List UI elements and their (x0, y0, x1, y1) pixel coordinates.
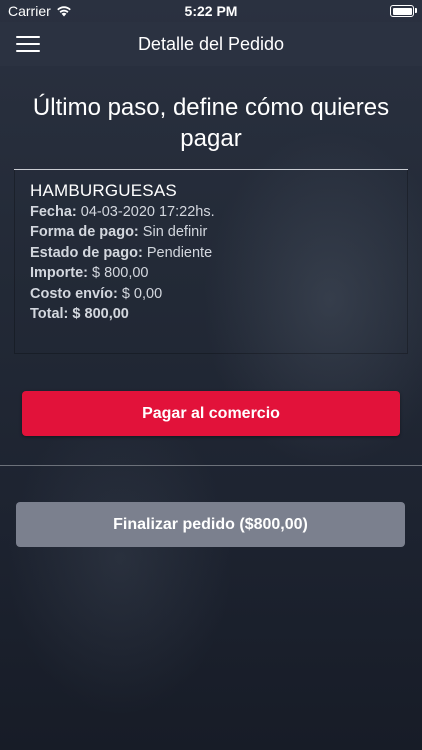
order-row-shipping: Costo envío: $ 0,00 (30, 284, 215, 304)
row-value: $ 800,00 (92, 265, 149, 282)
pay-at-merchant-button[interactable]: Pagar al comercio (22, 391, 400, 436)
row-value: 04-03-2020 17:22hs. (80, 204, 215, 220)
status-bar: Carrier 5:22 PM (0, 0, 422, 22)
row-value: Sin definir (142, 224, 208, 241)
row-label: Estado de pago: (30, 244, 143, 261)
section-divider (0, 465, 422, 466)
page-title: Detalle del Pedido (137, 34, 285, 54)
order-row-payment-method: Forma de pago: Sin definir (30, 222, 215, 242)
order-name: HAMBURGUESAS (30, 181, 177, 200)
finish-order-button[interactable]: Finalizar pedido ($800,00) (16, 502, 405, 547)
row-label: Fecha: (30, 204, 77, 220)
row-label: Costo envío: (30, 285, 118, 302)
order-row-total: Total: $ 800,00 (30, 304, 215, 324)
row-value: Pendiente (146, 244, 213, 261)
row-label: Importe: (30, 265, 88, 282)
row-value: $ 800,00 (72, 306, 129, 323)
order-row-payment-status: Estado de pago: Pendiente (30, 243, 215, 263)
row-label: Total: (30, 306, 69, 323)
clock: 5:22 PM (184, 3, 238, 19)
order-details: Fecha: 04-03-2020 17:22hs. Forma de pago… (30, 202, 215, 324)
order-row-date: Fecha: 04-03-2020 17:22hs. (30, 202, 215, 222)
row-value: $ 0,00 (121, 285, 163, 302)
battery-icon (390, 5, 417, 17)
headline: Último paso, define cómo quieres pagar (32, 94, 390, 152)
order-summary-card: HAMBURGUESAS Fecha: 04-03-2020 17:22hs. … (14, 170, 408, 354)
row-label: Forma de pago: (30, 224, 139, 241)
navigation-bar: Detalle del Pedido (0, 22, 422, 66)
order-row-amount: Importe: $ 800,00 (30, 263, 215, 283)
